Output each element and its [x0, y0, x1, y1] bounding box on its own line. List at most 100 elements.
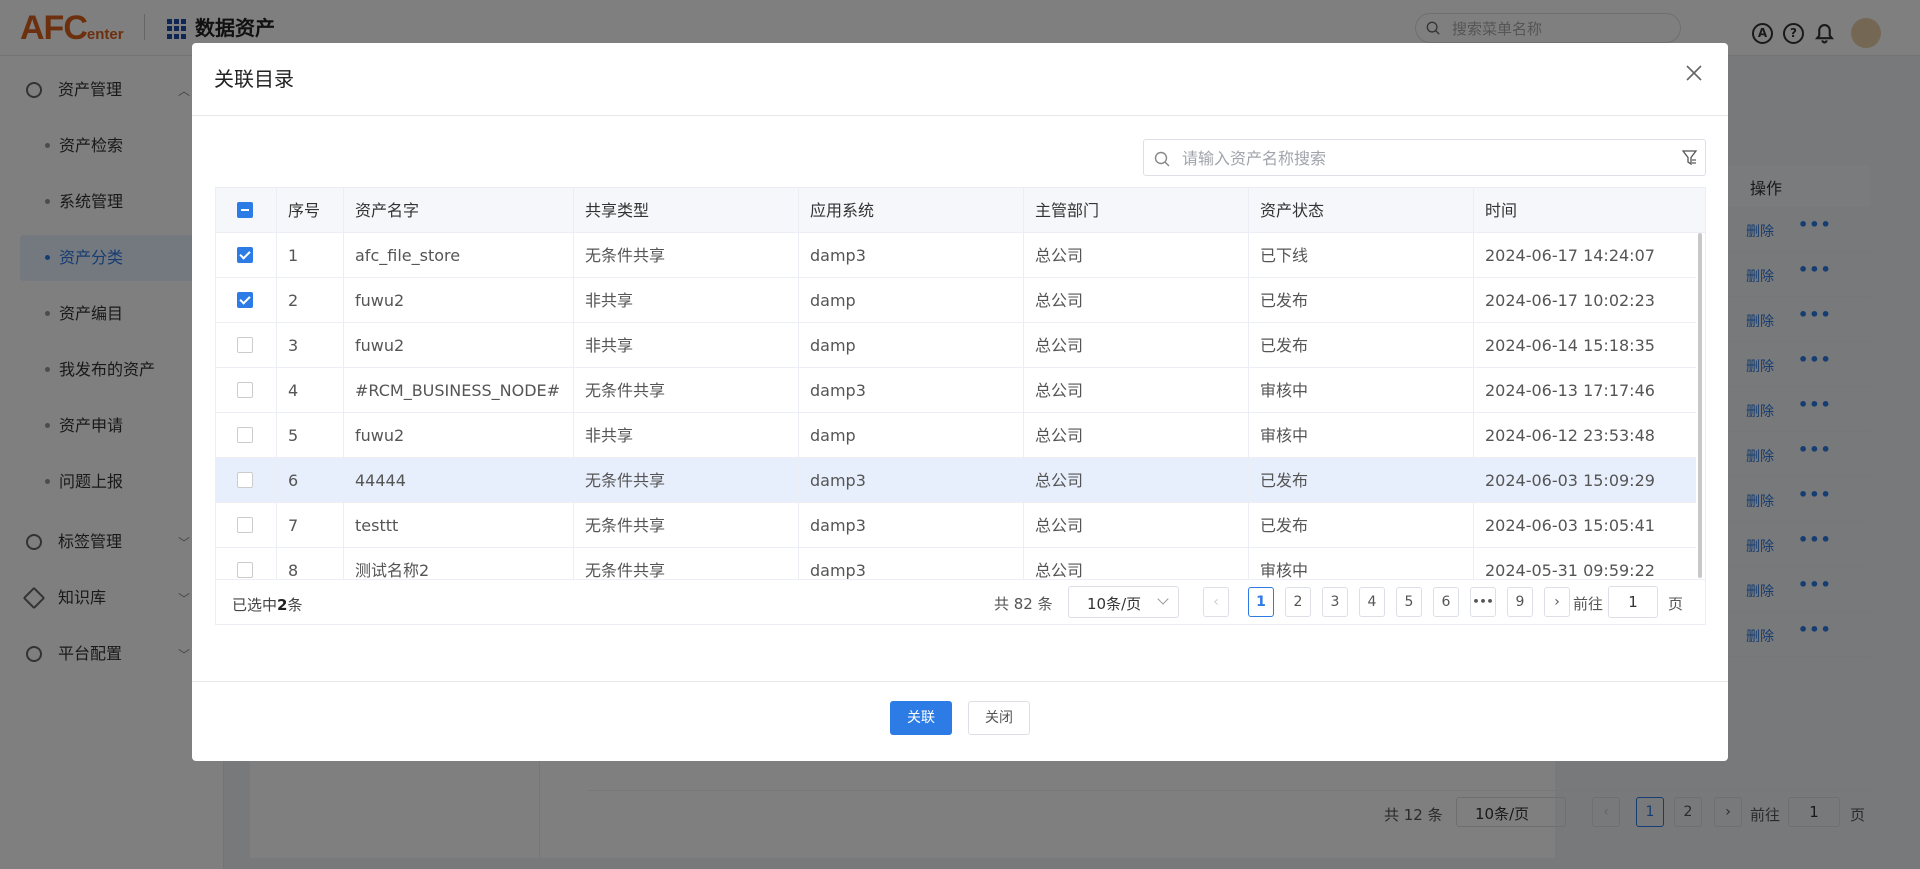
row-checkbox[interactable] — [237, 337, 253, 353]
row-checkbox[interactable] — [237, 382, 253, 398]
page-3-button[interactable]: 3 — [1322, 587, 1348, 617]
cell-time: 2024-06-12 23:53:48 — [1485, 426, 1655, 445]
more-pages-button[interactable]: ••• — [1470, 587, 1496, 617]
goto-page-input[interactable]: 1 — [1608, 586, 1658, 618]
table-footer: 已选中2条 共 82 条 10条/页 ‹ 1 2 3 4 5 6 ••• 9 ›… — [216, 579, 1705, 624]
row-checkbox[interactable] — [237, 472, 253, 488]
cell-system: damp — [799, 413, 1024, 458]
close-icon[interactable] — [1682, 61, 1706, 85]
cell-share-type: 无条件共享 — [574, 458, 799, 503]
row-checkbox[interactable] — [237, 247, 253, 263]
cell-index: 2 — [277, 278, 344, 323]
cell-time: 2024-06-13 17:17:46 — [1485, 381, 1655, 400]
cell-index: 5 — [277, 413, 344, 458]
cell-time: 2024-06-03 15:05:41 — [1485, 516, 1655, 535]
cell-name: fuwu2 — [344, 413, 574, 458]
cell-department: 总公司 — [1024, 503, 1249, 548]
table-row[interactable]: 1 afc_file_store 无条件共享 damp3 总公司 已下线 2024-06-1… — [216, 233, 1696, 278]
cell-name: #RCM_BUSINESS_NODE# — [344, 368, 574, 413]
cell-system: damp — [799, 323, 1024, 368]
cell-index: 1 — [277, 233, 344, 278]
filter-icon[interactable] — [1682, 150, 1697, 166]
cell-select — [216, 413, 277, 458]
select-all-checkbox[interactable] — [237, 202, 253, 218]
cell-share-type: 非共享 — [574, 413, 799, 458]
column-header-status: 资产状态 — [1249, 188, 1474, 233]
page-1-button[interactable]: 1 — [1248, 587, 1274, 617]
scrollbar-thumb[interactable] — [1698, 233, 1702, 578]
asset-table: 序号 资产名字 共享类型 应用系统 主管部门 资产状态 时间 1 afc_file… — [215, 187, 1706, 625]
header-select-all — [216, 188, 277, 233]
cell-select — [216, 278, 277, 323]
row-checkbox[interactable] — [237, 292, 253, 308]
cell-department: 总公司 — [1024, 323, 1249, 368]
total-count: 共 82 条 — [994, 595, 1053, 613]
close-button[interactable]: 关闭 — [968, 701, 1030, 735]
cell-index: 7 — [277, 503, 344, 548]
cell-select — [216, 368, 277, 413]
row-checkbox[interactable] — [237, 517, 253, 533]
next-page-button[interactable]: › — [1544, 587, 1570, 617]
cell-name: 44444 — [344, 458, 574, 503]
cell-department: 总公司 — [1024, 233, 1249, 278]
table-row[interactable]: 7 testtt 无条件共享 damp3 总公司 已发布 2024-06-03 15:05:… — [216, 503, 1696, 548]
table-row[interactable]: 3 fuwu2 非共享 damp 总公司 已发布 2024-06-14 15:18:35 — [216, 323, 1696, 368]
page-4-button[interactable]: 4 — [1359, 587, 1385, 617]
cell-system: damp — [799, 278, 1024, 323]
column-header-department: 主管部门 — [1024, 188, 1249, 233]
row-checkbox[interactable] — [237, 562, 253, 578]
cell-share-type: 非共享 — [574, 323, 799, 368]
cell-system: damp3 — [799, 368, 1024, 413]
cell-share-type: 无条件共享 — [574, 233, 799, 278]
table-scrollbar[interactable] — [1696, 233, 1705, 624]
table-row[interactable]: 5 fuwu2 非共享 damp 总公司 审核中 2024-06-12 23:53:48 — [216, 413, 1696, 458]
row-checkbox[interactable] — [237, 427, 253, 443]
page-5-button[interactable]: 5 — [1396, 587, 1422, 617]
cell-index: 4 — [277, 368, 344, 413]
cell-status: 已下线 — [1249, 233, 1474, 278]
column-header-time: 时间 — [1485, 201, 1518, 220]
cell-department: 总公司 — [1024, 368, 1249, 413]
cell-status: 已发布 — [1249, 458, 1474, 503]
column-header-share-type: 共享类型 — [574, 188, 799, 233]
prev-page-button[interactable]: ‹ — [1203, 587, 1229, 617]
modal-footer: 关联 关闭 — [192, 681, 1728, 761]
cell-share-type: 非共享 — [574, 278, 799, 323]
cell-index: 3 — [277, 323, 344, 368]
page-2-button[interactable]: 2 — [1285, 587, 1311, 617]
cell-select — [216, 503, 277, 548]
cell-share-type: 无条件共享 — [574, 503, 799, 548]
cell-name: testtt — [344, 503, 574, 548]
column-header-index: 序号 — [277, 188, 344, 233]
cell-time: 2024-06-14 15:18:35 — [1485, 336, 1655, 355]
cell-name: fuwu2 — [344, 323, 574, 368]
table-row[interactable]: 6 44444 无条件共享 damp3 总公司 已发布 2024-06-03 15:09:2… — [216, 458, 1696, 503]
chevron-down-icon — [1157, 593, 1169, 605]
column-header-system: 应用系统 — [799, 188, 1024, 233]
cell-share-type: 无条件共享 — [574, 368, 799, 413]
table-row[interactable]: 4 #RCM_BUSINESS_NODE# 无条件共享 damp3 总公司 审核中 2024… — [216, 368, 1696, 413]
cell-status: 已发布 — [1249, 503, 1474, 548]
selected-count: 已选中2条 — [232, 596, 303, 614]
table-row[interactable]: 2 fuwu2 非共享 damp 总公司 已发布 2024-06-17 10:02:23 — [216, 278, 1696, 323]
link-button[interactable]: 关联 — [890, 701, 952, 735]
modal-title: 关联目录 — [214, 67, 294, 91]
cell-name: afc_file_store — [344, 233, 574, 278]
search-icon — [1154, 151, 1170, 167]
cell-status: 审核中 — [1249, 413, 1474, 458]
asset-search-input[interactable] — [1182, 146, 1662, 170]
page-unit: 页 — [1668, 595, 1684, 613]
cell-status: 审核中 — [1249, 368, 1474, 413]
asset-search-box — [1143, 139, 1706, 176]
cell-select — [216, 233, 277, 278]
page-6-button[interactable]: 6 — [1433, 587, 1459, 617]
cell-department: 总公司 — [1024, 458, 1249, 503]
cell-select — [216, 323, 277, 368]
page-9-button[interactable]: 9 — [1507, 587, 1533, 617]
cell-name: fuwu2 — [344, 278, 574, 323]
cell-time: 2024-06-17 14:24:07 — [1485, 246, 1655, 265]
cell-status: 已发布 — [1249, 278, 1474, 323]
cell-time: 2024-06-03 15:09:29 — [1485, 471, 1655, 490]
cell-index: 6 — [277, 458, 344, 503]
page-size-select[interactable]: 10条/页 — [1068, 586, 1179, 618]
